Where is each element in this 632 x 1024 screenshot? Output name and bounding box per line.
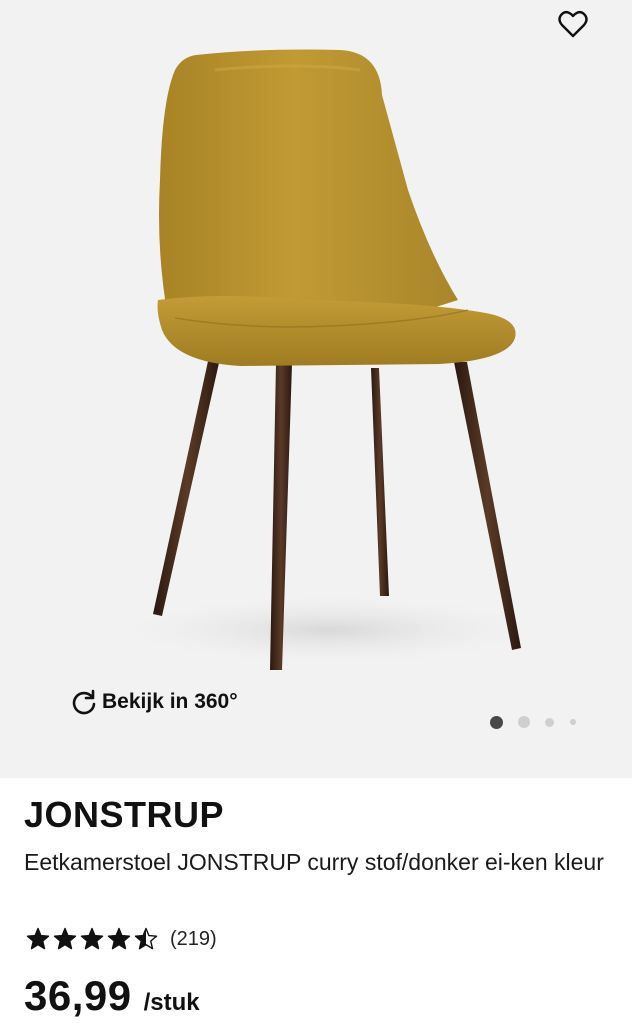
rotate-icon bbox=[70, 688, 98, 716]
carousel-dot[interactable] bbox=[518, 716, 530, 728]
carousel-dot[interactable] bbox=[545, 717, 554, 727]
product-gallery[interactable]: Bekijk in 360° bbox=[0, 0, 632, 778]
price-unit: /stuk bbox=[143, 989, 200, 1016]
view-360-button[interactable]: Bekijk in 360° bbox=[70, 686, 238, 718]
star-filled-icon bbox=[26, 927, 50, 950]
carousel-dot[interactable] bbox=[570, 719, 576, 725]
wishlist-button[interactable] bbox=[554, 6, 592, 42]
star-half-icon bbox=[134, 927, 158, 950]
product-description: Eetkamerstoel JONSTRUP curry stof/donker… bbox=[24, 849, 604, 875]
view-360-label: Bekijk in 360° bbox=[102, 690, 238, 713]
product-brand: JONSTRUP bbox=[24, 794, 225, 835]
carousel-indicators[interactable] bbox=[490, 713, 576, 731]
product-price: 36,99 bbox=[24, 972, 132, 1019]
carousel-dot-active[interactable] bbox=[490, 715, 503, 729]
product-rating[interactable]: (219) bbox=[26, 924, 217, 954]
product-image[interactable] bbox=[0, 0, 632, 778]
heart-outline-icon bbox=[558, 10, 588, 38]
star-filled-icon bbox=[80, 927, 104, 950]
rating-stars bbox=[26, 927, 158, 951]
star-filled-icon bbox=[53, 927, 77, 950]
star-filled-icon bbox=[107, 927, 131, 950]
product-info: JONSTRUP Eetkamerstoel JONSTRUP curry st… bbox=[0, 778, 632, 1024]
price-row: 36,99 /stuk bbox=[24, 972, 200, 1020]
review-count[interactable]: (219) bbox=[170, 928, 217, 951]
